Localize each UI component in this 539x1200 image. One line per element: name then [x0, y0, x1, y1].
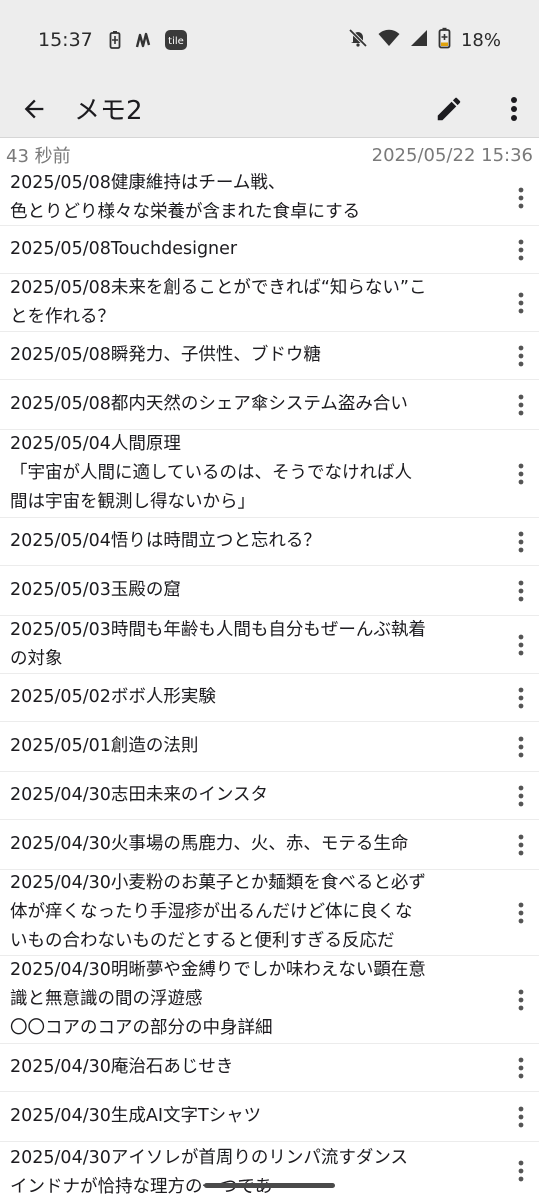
list-item[interactable]: 2025/05/01創造の法則: [0, 722, 539, 772]
list-item[interactable]: 2025/05/04人間原理 「宇宙が人間に適しているのは、そうでなければ人 間…: [0, 430, 539, 518]
memo-datetime: 2025/05/22 15:36: [371, 144, 533, 166]
list-item-text: 2025/05/04人間原理 「宇宙が人間に適しているのは、そうでなければ人 間…: [10, 434, 412, 512]
list-item-text: 2025/05/02ボボ人形実験: [10, 687, 216, 707]
more-vert-icon: [518, 902, 524, 923]
item-more-button[interactable]: [511, 899, 531, 927]
more-vert-icon: [518, 463, 524, 484]
list-item-text: 2025/05/08都内天然のシェア傘システム盗み合い: [10, 394, 408, 414]
list-item-text: 2025/04/30明晰夢や金縛りでしか味わえない顕在意 識と無意識の間の浮遊感…: [10, 960, 426, 1038]
tile-app-label: tile: [168, 36, 184, 47]
item-more-button[interactable]: [511, 1157, 531, 1185]
more-vert-icon: [518, 1160, 524, 1182]
list-item-text: 2025/05/08健康維持はチーム戦、 色とりどり様々な栄養が含まれた食卓にす…: [10, 172, 361, 222]
more-vert-icon: [518, 292, 524, 313]
arrow-back-icon: [24, 99, 44, 118]
list-item-text: 2025/04/30庵治石あじせき: [10, 1057, 234, 1077]
more-vert-icon: [518, 736, 524, 757]
list-item[interactable]: 2025/04/30火事場の馬鹿力、火、赤、モテる生命: [0, 820, 539, 870]
memo-list: 2025/05/08健康維持はチーム戦、 色とりどり様々な栄養が含まれた食卓にす…: [0, 170, 539, 1200]
battery-percent: 18%: [460, 29, 501, 51]
item-more-button[interactable]: [511, 831, 531, 859]
list-item[interactable]: 2025/04/30明晰夢や金縛りでしか味わえない顕在意 識と無意識の間の浮遊感…: [0, 956, 539, 1044]
list-item-text: 2025/05/08未来を創ることができれば“知らない”こ とを作れる？: [10, 277, 427, 327]
list-item-text: 2025/04/30生成AI文字Tシャツ: [10, 1106, 262, 1126]
more-vert-icon: [518, 345, 524, 366]
more-vert-icon: [518, 187, 524, 208]
status-time: 15:37: [38, 29, 93, 51]
item-more-button[interactable]: [511, 577, 531, 605]
list-item-text: 2025/04/30小麦粉のお菓子とか麺類を食べると必ず 体が痒くなったり手湿疹…: [10, 873, 426, 951]
list-item[interactable]: 2025/04/30小麦粉のお菓子とか麺類を食べると必ず 体が痒くなったり手湿疹…: [0, 870, 539, 956]
list-item-text: 2025/05/08瞬発力、子供性、ブドウ糖: [10, 345, 321, 365]
memo-meta: 43 秒前 2025/05/22 15:36: [0, 140, 539, 170]
list-item[interactable]: 2025/05/04悟りは時間立つと忘れる？: [0, 518, 539, 566]
more-vert-icon: [518, 989, 524, 1010]
list-item-text: 2025/05/03時間も年齢も人間も自分もぜーんぶ執着 の対象: [10, 619, 426, 669]
more-vert-icon: [518, 834, 524, 855]
item-more-button[interactable]: [511, 184, 531, 212]
item-more-button[interactable]: [511, 1054, 531, 1082]
more-vert-icon: [518, 394, 524, 415]
list-item-text: 2025/05/08Touchdesigner: [10, 239, 238, 259]
list-item[interactable]: 2025/05/02ボボ人形実験: [0, 674, 539, 722]
item-more-button[interactable]: [511, 1103, 531, 1131]
list-item-text: 2025/04/30アイソレが首周りのリンパ流すダンス インドナが恰持な理方の一…: [10, 1148, 409, 1197]
item-more-button[interactable]: [511, 460, 531, 488]
wifi-icon: [378, 29, 400, 51]
list-item-text: 2025/05/03玉殿の窟: [10, 580, 181, 600]
list-item[interactable]: 2025/05/08都内天然のシェア傘システム盗み合い: [0, 380, 539, 430]
mute-icon: [348, 28, 368, 52]
battery-icon: [438, 27, 451, 53]
item-more-button[interactable]: [511, 289, 531, 317]
more-vert-icon: [518, 531, 524, 552]
more-vert-icon: [518, 1057, 524, 1078]
more-vert-icon: [511, 96, 517, 121]
more-vert-icon: [518, 634, 524, 655]
item-more-button[interactable]: [511, 342, 531, 370]
tile-app-icon: tile: [164, 30, 187, 50]
relative-time: 43 秒前: [6, 146, 71, 167]
item-more-button[interactable]: [511, 782, 531, 810]
app-bar: メモ2: [0, 80, 539, 138]
list-item[interactable]: 2025/04/30生成AI文字Tシャツ: [0, 1092, 539, 1142]
item-more-button[interactable]: [511, 684, 531, 712]
battery-saver-icon: [109, 30, 121, 50]
gesture-nav-handle[interactable]: [204, 1183, 335, 1188]
back-button[interactable]: [14, 89, 54, 129]
list-item-text: 2025/05/01創造の法則: [10, 736, 199, 756]
list-item[interactable]: 2025/05/03玉殿の窟: [0, 566, 539, 616]
item-more-button[interactable]: [511, 733, 531, 761]
list-item-text: 2025/05/04悟りは時間立つと忘れる？: [10, 531, 321, 551]
list-item[interactable]: 2025/05/08健康維持はチーム戦、 色とりどり様々な栄養が含まれた食卓にす…: [0, 170, 539, 226]
list-item[interactable]: 2025/05/08未来を創ることができれば“知らない”こ とを作れる？: [0, 274, 539, 332]
list-item[interactable]: 2025/05/08Touchdesigner: [0, 226, 539, 274]
item-more-button[interactable]: [511, 236, 531, 264]
more-vert-icon: [518, 687, 524, 708]
item-more-button[interactable]: [511, 986, 531, 1014]
overflow-menu-button[interactable]: [499, 89, 529, 129]
pencil-icon: [437, 97, 461, 120]
list-item[interactable]: 2025/05/03時間も年齢も人間も自分もぜーんぶ執着 の対象: [0, 616, 539, 674]
list-item-text: 2025/04/30火事場の馬鹿力、火、赤、モテる生命: [10, 834, 409, 854]
edit-button[interactable]: [429, 89, 469, 129]
item-more-button[interactable]: [511, 631, 531, 659]
signal-icon: [410, 29, 428, 51]
page-title: メモ2: [74, 96, 143, 126]
more-vert-icon: [518, 1106, 524, 1127]
list-item[interactable]: 2025/04/30庵治石あじせき: [0, 1044, 539, 1092]
notification-icon: [135, 31, 151, 49]
list-item[interactable]: 2025/04/30アイソレが首周りのリンパ流すダンス インドナが恰持な理方の一…: [0, 1142, 539, 1200]
list-item[interactable]: 2025/04/30志田未来のインスタ: [0, 772, 539, 820]
status-bar: 15:37 tile 18%: [0, 0, 539, 80]
list-item-text: 2025/04/30志田未来のインスタ: [10, 785, 269, 805]
item-more-button[interactable]: [511, 391, 531, 419]
more-vert-icon: [518, 239, 524, 260]
more-vert-icon: [518, 580, 524, 601]
item-more-button[interactable]: [511, 528, 531, 556]
more-vert-icon: [518, 785, 524, 806]
list-item[interactable]: 2025/05/08瞬発力、子供性、ブドウ糖: [0, 332, 539, 380]
